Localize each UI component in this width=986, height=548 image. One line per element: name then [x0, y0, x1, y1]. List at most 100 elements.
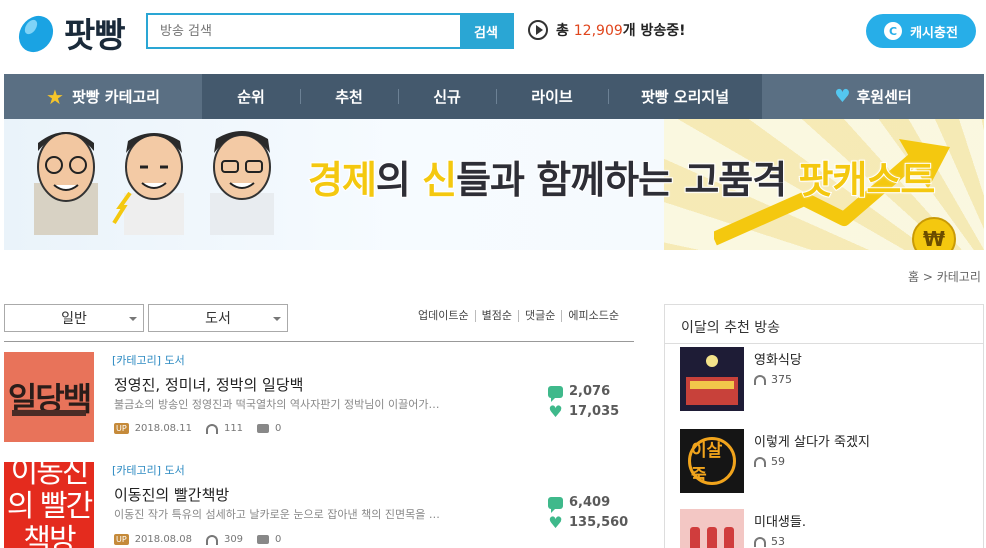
onair-prefix: 총	[556, 23, 569, 39]
nav-item-ranking[interactable]: 순위	[202, 74, 300, 119]
headphones-icon	[754, 374, 766, 385]
star-icon: ★	[46, 84, 64, 109]
logo[interactable]: 팟빵	[14, 8, 126, 57]
main-nav: ★ 팟빵 카테고리 순위 추천 신규 라이브 팟빵 오리지널 ♥ 후원센터	[4, 74, 984, 119]
thumbnail-figure	[724, 527, 734, 548]
host-face-1	[34, 132, 98, 235]
comment-bubble-icon	[548, 497, 563, 513]
sidebar-thumbnail[interactable]	[680, 347, 744, 411]
up-badge: UP	[114, 534, 129, 545]
type-select[interactable]: 일반	[4, 304, 144, 332]
item-comments: 0	[275, 423, 282, 434]
sort-episodes[interactable]: 에피소드순	[561, 310, 625, 322]
coin-icon: C	[884, 22, 903, 40]
moon-shape	[706, 355, 718, 367]
heart-icon: ♥	[548, 402, 563, 421]
sort-options: 업데이트순 별점순 댓글순 에피소드순	[418, 310, 625, 322]
item-category[interactable]: [카테고리] 도서	[112, 462, 185, 478]
sidebar-item-name[interactable]: 영화식당	[754, 349, 802, 368]
nav-item-recommend[interactable]: 추천	[300, 74, 398, 119]
listen-count: 53	[771, 535, 785, 548]
banner-title-part-2: 의	[375, 157, 423, 203]
item-title[interactable]: 이동진의 빨간책방	[114, 484, 229, 505]
divider	[665, 343, 983, 344]
item-listens: 309	[223, 534, 244, 545]
search-bar: 검색	[146, 13, 514, 49]
thumbnail-figure	[690, 527, 700, 548]
podcast-thumbnail[interactable]: 이동진의 빨간책방	[4, 462, 94, 548]
item-meta: UP 2018.08.08 309 0	[114, 534, 281, 545]
headphones-icon	[754, 456, 766, 467]
headphones-icon	[754, 536, 766, 547]
sort-rating[interactable]: 별점순	[474, 310, 518, 322]
sidebar-item[interactable]: 이살죽 이렇게 살다가 죽겠지 59	[680, 429, 970, 493]
banner-title-word-1: 경제	[307, 157, 378, 203]
nav-item-original[interactable]: 팟빵 오리지널	[608, 74, 762, 119]
promo-banner[interactable]: 경제의 신들과 함께하는 고품격 팟캐스트 ₩	[4, 119, 984, 250]
sidebar-thumbnail[interactable]	[680, 509, 744, 548]
nav-support-label: 후원센터	[856, 88, 912, 106]
heart-icon: ♥	[834, 86, 851, 107]
nav-category-label: 팟빵 카테고리	[71, 88, 160, 106]
nav-item-live[interactable]: 라이브	[496, 74, 608, 119]
cash-charge-button[interactable]: C 캐시충전	[866, 14, 976, 48]
chevron-down-icon	[129, 317, 137, 321]
header: 팟빵 검색 총 12,909개 방송중! C 캐시충전	[0, 0, 986, 74]
cash-charge-label: 캐시충전	[910, 25, 958, 41]
item-category[interactable]: [카테고리] 도서	[112, 352, 185, 368]
item-description: 불금쇼의 방송인 정영진과 떡국열차의 역사자판기 정박님이 이끌어가…	[114, 398, 440, 411]
item-stats: 2,076 ♥ 17,035	[548, 382, 619, 422]
logo-text: 팟빵	[64, 16, 126, 56]
sidebar-item-name[interactable]: 이렇게 살다가 죽겠지	[754, 431, 870, 450]
banner-title-word-3: 팟캐스트	[797, 157, 936, 203]
search-input[interactable]	[148, 15, 460, 47]
item-meta: UP 2018.08.11 111 0	[114, 423, 281, 434]
host-face-2	[112, 133, 184, 235]
thumbnail-figure	[707, 527, 717, 548]
comment-icon	[257, 424, 270, 433]
list-item[interactable]: 일당백 [카테고리] 도서 정영진, 정미녀, 정박의 일당백 불금쇼의 방송인…	[4, 342, 634, 452]
category-select-value: 도서	[205, 311, 231, 327]
stat-likes: 17,035	[569, 404, 620, 419]
nav-item-new[interactable]: 신규	[398, 74, 496, 119]
item-comments: 0	[275, 534, 282, 545]
recommended-sidebar: 이달의 추천 방송 영화식당 375 이살죽 이렇게 살다가 죽겠지 59 미대…	[664, 304, 984, 548]
sidebar-item-name[interactable]: 미대생들.	[754, 511, 806, 530]
category-select[interactable]: 도서	[148, 304, 288, 332]
thumbnail-bar	[12, 410, 86, 416]
banner-title-word-2: 신	[421, 157, 458, 203]
item-title[interactable]: 정영진, 정미녀, 정박의 일당백	[114, 374, 303, 395]
up-badge: UP	[114, 423, 129, 434]
sort-update[interactable]: 업데이트순	[418, 310, 475, 322]
breadcrumb[interactable]: 홈 > 카테고리	[908, 268, 981, 285]
sort-comments[interactable]: 댓글순	[517, 310, 561, 322]
podcast-thumbnail[interactable]: 일당백	[4, 352, 94, 442]
thumbnail-text: 이동진의 빨간책방	[6, 462, 93, 548]
headphones-icon	[205, 423, 218, 434]
type-select-value: 일반	[61, 311, 87, 327]
onair-suffix: 개 방송중!	[622, 23, 686, 39]
sidebar-thumbnail[interactable]: 이살죽	[680, 429, 744, 493]
stat-comments: 2,076	[569, 384, 611, 399]
sidebar-item[interactable]: 미대생들. 53	[680, 509, 970, 548]
nav-support-center[interactable]: ♥ 후원센터	[762, 74, 984, 119]
stat-likes: 135,560	[569, 515, 629, 530]
stat-comments: 6,409	[569, 495, 611, 510]
list-item[interactable]: 이동진의 빨간책방 [카테고리] 도서 이동진의 빨간책방 이동진 작가 특유의…	[4, 452, 634, 548]
item-listens: 111	[223, 423, 244, 434]
sidebar-title: 이달의 추천 방송	[681, 320, 781, 336]
heart-icon: ♥	[548, 513, 563, 532]
sidebar-item-count: 59	[754, 455, 785, 468]
sidebar-item-count: 375	[754, 373, 792, 386]
nav-items: 순위 추천 신규 라이브 팟빵 오리지널	[202, 74, 762, 119]
search-button[interactable]: 검색	[460, 15, 512, 47]
sidebar-item[interactable]: 영화식당 375	[680, 347, 970, 411]
nav-category-menu[interactable]: ★ 팟빵 카테고리	[4, 74, 202, 119]
item-date: 2018.08.11	[134, 423, 192, 434]
comment-bubble-icon	[548, 386, 563, 402]
play-icon[interactable]	[528, 20, 548, 40]
item-description: 이동진 작가 특유의 섬세하고 날카로운 눈으로 잡아낸 책의 진면목을 …	[114, 508, 440, 521]
listen-count: 59	[771, 455, 785, 468]
sidebar-item-count: 53	[754, 535, 785, 548]
banner-title: 경제의 신들과 함께하는 고품격 팟캐스트	[307, 149, 936, 204]
